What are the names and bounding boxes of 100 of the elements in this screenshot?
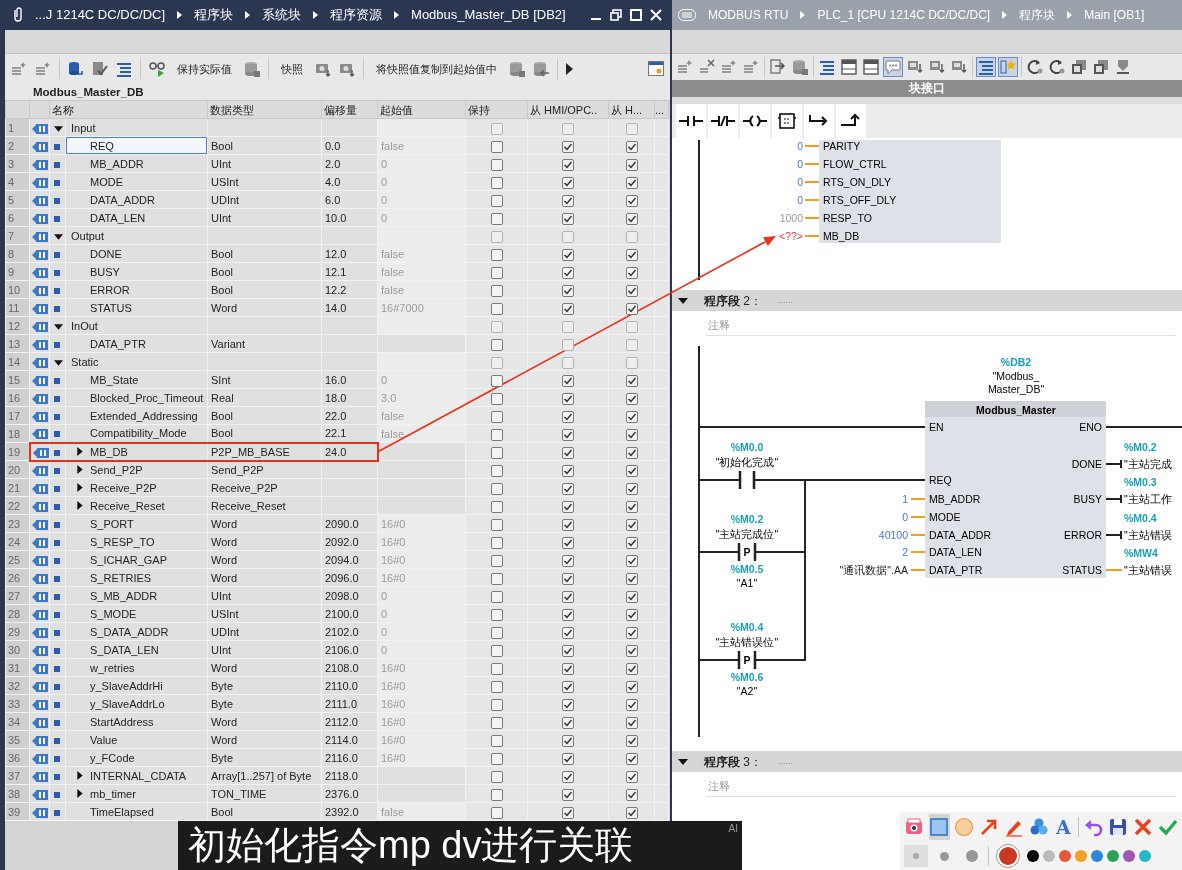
list-icon[interactable] <box>977 58 995 76</box>
checkbox[interactable] <box>562 590 574 603</box>
checkbox[interactable] <box>625 284 638 297</box>
checkbox[interactable] <box>625 482 638 495</box>
color-swatch[interactable] <box>1107 850 1119 862</box>
checkbox[interactable] <box>562 158 574 171</box>
checkbox[interactable] <box>490 266 503 279</box>
checkbox[interactable] <box>490 698 503 711</box>
checkbox[interactable] <box>562 248 574 261</box>
curved-arrow-icon[interactable] <box>1026 58 1044 76</box>
negated-contact-button[interactable] <box>708 104 738 138</box>
checkbox[interactable] <box>490 428 503 441</box>
checkbox[interactable] <box>625 662 638 675</box>
checkbox[interactable] <box>490 788 503 801</box>
checkbox[interactable] <box>562 356 574 369</box>
caret-icon[interactable] <box>678 297 688 304</box>
list-icon[interactable] <box>818 58 836 76</box>
name-cell[interactable]: MB_DB <box>65 442 208 461</box>
checkbox[interactable] <box>562 500 574 513</box>
checkbox[interactable] <box>562 644 574 657</box>
caret-icon[interactable] <box>77 447 83 456</box>
more-icon[interactable] <box>566 63 573 75</box>
caret-icon[interactable] <box>678 758 688 765</box>
checkbox[interactable] <box>625 248 638 261</box>
checkbox[interactable] <box>490 518 503 531</box>
checkbox[interactable] <box>625 464 638 477</box>
breadcrumb-item[interactable]: 系统块 <box>262 5 302 25</box>
caret-icon[interactable] <box>54 359 63 366</box>
checkbox[interactable] <box>562 212 574 225</box>
close-branch-button[interactable] <box>836 104 866 138</box>
checkbox[interactable] <box>490 122 503 135</box>
checkbox[interactable] <box>625 734 638 747</box>
maximize-button[interactable] <box>630 9 642 21</box>
cylinder-icon[interactable] <box>533 61 549 77</box>
cylinder-icon[interactable] <box>244 61 260 77</box>
checkbox[interactable] <box>625 176 638 189</box>
breadcrumb-item[interactable]: 程序资源 <box>330 5 383 25</box>
checkbox[interactable] <box>562 662 574 675</box>
toolbar-button[interactable]: 保持实际值 <box>173 60 236 78</box>
camera-icon[interactable] <box>315 61 331 77</box>
checkbox[interactable] <box>562 320 574 333</box>
text-tool-button[interactable]: A <box>1052 814 1074 840</box>
checkbox[interactable] <box>625 320 638 333</box>
checkbox[interactable] <box>490 392 503 405</box>
checkbox[interactable] <box>562 518 574 531</box>
checkbox[interactable] <box>562 140 574 153</box>
checkbox[interactable] <box>490 374 503 387</box>
open-branch-button[interactable] <box>804 104 834 138</box>
checkbox[interactable] <box>490 356 503 369</box>
checkbox[interactable] <box>562 266 574 279</box>
checkbox[interactable] <box>562 194 574 207</box>
checkbox[interactable] <box>625 302 638 315</box>
checkbox[interactable] <box>490 590 503 603</box>
checkbox[interactable] <box>490 338 503 351</box>
window-icon[interactable] <box>862 58 880 76</box>
checkbox[interactable] <box>490 680 503 693</box>
checkbox[interactable] <box>562 770 574 783</box>
checkbox[interactable] <box>625 500 638 513</box>
checkbox[interactable] <box>562 428 574 441</box>
checkbox[interactable] <box>625 428 638 441</box>
color-swatch[interactable] <box>1027 850 1039 862</box>
contact-button[interactable] <box>676 104 706 138</box>
lines-icon[interactable] <box>678 9 696 21</box>
checkbox[interactable] <box>625 536 638 549</box>
checkbox[interactable] <box>625 356 638 369</box>
breadcrumb-item[interactable]: Modbus_Master_DB [DB2] <box>411 5 566 25</box>
checkbox[interactable] <box>562 572 574 585</box>
checkbox[interactable] <box>490 446 503 459</box>
checkbox[interactable] <box>625 212 638 225</box>
checkbox[interactable] <box>490 176 503 189</box>
checkbox[interactable] <box>625 374 638 387</box>
checkbox[interactable] <box>625 122 638 135</box>
checkbox[interactable] <box>625 788 638 801</box>
comment-icon[interactable] <box>884 58 902 76</box>
checkbox[interactable] <box>625 572 638 585</box>
cylinder-icon[interactable] <box>509 61 525 77</box>
checkbox[interactable] <box>562 374 574 387</box>
checkbox[interactable] <box>625 806 638 819</box>
checkbox[interactable] <box>562 482 574 495</box>
camera-icon[interactable] <box>339 61 355 77</box>
checkbox[interactable] <box>625 698 638 711</box>
checkbox[interactable] <box>625 644 638 657</box>
checkbox[interactable] <box>490 536 503 549</box>
checkbox[interactable] <box>625 230 638 243</box>
checkbox[interactable] <box>625 518 638 531</box>
checkbox[interactable] <box>490 662 503 675</box>
checkbox[interactable] <box>490 500 503 513</box>
caret-icon[interactable] <box>77 771 83 780</box>
caret-icon[interactable] <box>77 501 83 510</box>
checkbox[interactable] <box>625 446 638 459</box>
database-icon[interactable] <box>68 61 84 77</box>
checkbox[interactable] <box>625 626 638 639</box>
checkbox[interactable] <box>562 752 574 765</box>
delete-icon[interactable] <box>698 58 716 76</box>
breadcrumb-item[interactable]: ...J 1214C DC/DC/DC] <box>35 5 166 25</box>
checkbox[interactable] <box>490 482 503 495</box>
checkbox[interactable] <box>490 626 503 639</box>
checkbox[interactable] <box>490 410 503 423</box>
checkbox[interactable] <box>562 698 574 711</box>
checkbox[interactable] <box>562 392 574 405</box>
